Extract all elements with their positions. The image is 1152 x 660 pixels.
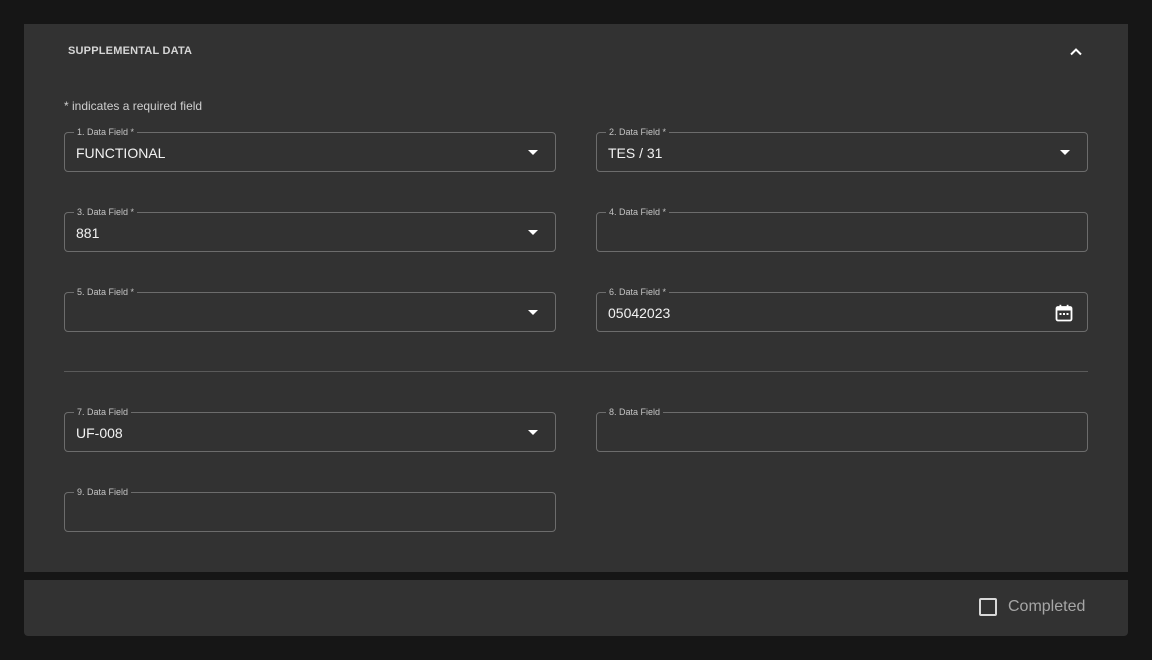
data-field-6-label: 6. Data Field * <box>606 286 670 298</box>
calendar-icon[interactable] <box>1054 303 1074 323</box>
dropdown-arrow-icon <box>528 230 538 235</box>
data-field-2-select[interactable]: 2. Data Field * TES / 31 <box>596 126 1088 172</box>
data-field-1-label: 1. Data Field * <box>74 126 138 138</box>
data-field-5-select[interactable]: 5. Data Field * <box>64 286 556 332</box>
data-field-6-date[interactable]: 6. Data Field * 05042023 <box>596 286 1088 332</box>
data-field-4-input[interactable]: 4. Data Field * <box>596 206 1088 252</box>
data-field-9-label: 9. Data Field <box>74 486 132 498</box>
dropdown-arrow-icon <box>528 430 538 435</box>
data-field-7-select[interactable]: 7. Data Field UF-008 <box>64 406 556 452</box>
data-field-3-value: 881 <box>76 225 100 241</box>
data-field-7-label: 7. Data Field <box>74 406 132 418</box>
data-field-3-label: 3. Data Field * <box>74 206 138 218</box>
completed-toggle[interactable]: Completed <box>979 598 1085 616</box>
collapse-button[interactable] <box>1066 42 1086 62</box>
data-field-2-label: 2. Data Field * <box>606 126 670 138</box>
dropdown-arrow-icon <box>528 150 538 155</box>
data-field-8-input[interactable]: 8. Data Field <box>596 406 1088 452</box>
section-divider <box>64 371 1088 372</box>
data-field-7-value: UF-008 <box>76 425 123 441</box>
supplemental-data-panel: SUPPLEMENTAL DATA * indicates a required… <box>24 24 1128 572</box>
data-field-6-value: 05042023 <box>608 305 671 321</box>
data-field-2-value: TES / 31 <box>608 145 663 161</box>
section-title: SUPPLEMENTAL DATA <box>68 45 193 57</box>
data-field-1-value: FUNCTIONAL <box>76 145 166 161</box>
data-field-8-label: 8. Data Field <box>606 406 664 418</box>
data-field-4-label: 4. Data Field * <box>606 206 670 218</box>
dropdown-arrow-icon <box>528 310 538 315</box>
chevron-up-icon <box>1070 48 1082 56</box>
data-field-5-label: 5. Data Field * <box>74 286 138 298</box>
footer-bar: Completed <box>24 580 1128 636</box>
dropdown-arrow-icon <box>1060 150 1070 155</box>
completed-label: Completed <box>1008 598 1086 615</box>
data-field-1-select[interactable]: 1. Data Field * FUNCTIONAL <box>64 126 556 172</box>
completed-checkbox[interactable] <box>979 598 997 616</box>
required-field-note: * indicates a required field <box>64 99 203 113</box>
data-field-9-input[interactable]: 9. Data Field <box>64 486 556 532</box>
data-field-3-select[interactable]: 3. Data Field * 881 <box>64 206 556 252</box>
